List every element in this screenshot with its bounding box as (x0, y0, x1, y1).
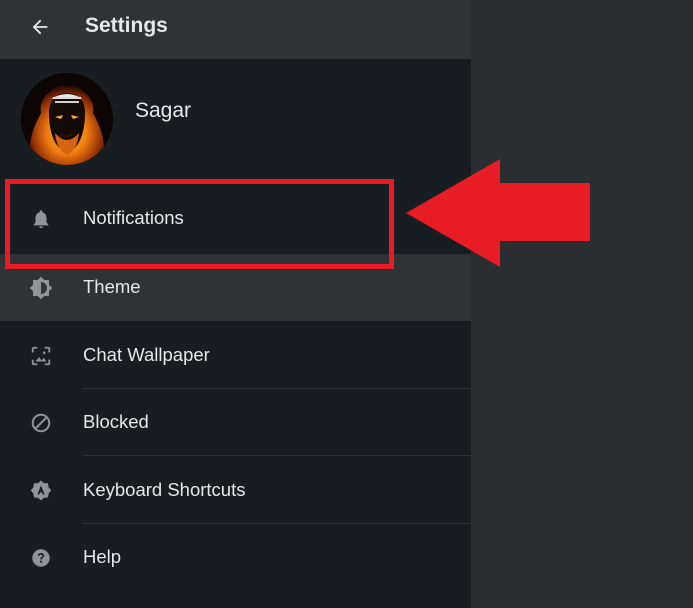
settings-header: Settings (0, 0, 471, 59)
menu-item-chat-wallpaper[interactable]: Chat Wallpaper (0, 322, 471, 389)
arrow-left-icon (32, 19, 48, 35)
page-title: Settings (85, 14, 168, 37)
menu-label-blocked: Blocked (83, 411, 149, 432)
profile-name: Sagar (135, 99, 192, 122)
menu-item-help[interactable]: Help (0, 524, 471, 591)
menu-label-theme: Theme (83, 276, 141, 297)
keyboard-shortcuts-icon (30, 480, 52, 501)
menu-label-notifications: Notifications (83, 207, 184, 228)
divider (83, 455, 471, 456)
menu-item-notifications[interactable]: Notifications (0, 185, 471, 252)
blocked-icon (31, 413, 51, 433)
help-icon (32, 549, 50, 567)
profile-avatar (21, 73, 113, 165)
menu-label-keyboard-shortcuts: Keyboard Shortcuts (83, 479, 246, 500)
wallpaper-icon (31, 346, 51, 366)
avatar[interactable] (21, 73, 113, 165)
back-button[interactable] (26, 13, 54, 41)
settings-sidebar: Settings Sagar Notifications Theme Chat … (0, 0, 471, 608)
bell-icon (33, 210, 49, 229)
theme-icon (29, 276, 53, 300)
main-pane (471, 0, 693, 608)
menu-item-keyboard-shortcuts[interactable]: Keyboard Shortcuts (0, 457, 471, 524)
profile-row[interactable]: Sagar (0, 59, 471, 177)
app-window: Settings Sagar Notifications Theme Chat … (0, 0, 693, 608)
menu-label-help: Help (83, 546, 122, 567)
menu-label-chat-wallpaper: Chat Wallpaper (83, 344, 210, 365)
menu-item-theme[interactable]: Theme (0, 254, 471, 321)
menu-item-blocked[interactable]: Blocked (0, 389, 471, 456)
